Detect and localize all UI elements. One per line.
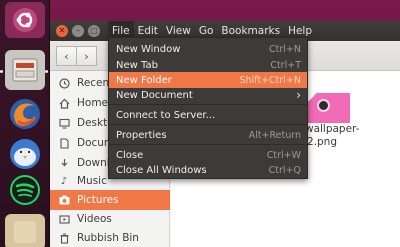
- files-launcher-icon[interactable]: [5, 50, 45, 90]
- menu-item-shortcut: Ctrl+N: [269, 43, 301, 55]
- minimize-icon: –: [76, 26, 80, 35]
- menu-item-shortcut: Shift+Ctrl+N: [239, 74, 301, 86]
- sidebar-item-videos[interactable]: Videos: [50, 209, 170, 229]
- spotify-launcher-icon[interactable]: [5, 172, 45, 208]
- chevron-left-icon: ‹: [64, 49, 69, 63]
- file-cabinet-icon: [12, 58, 38, 82]
- menu-item-new-window[interactable]: New Window Ctrl+N: [109, 41, 307, 57]
- spotify-icon: [10, 175, 40, 205]
- running-indicator: [0, 70, 3, 73]
- menu-item-label: New Folder: [116, 74, 172, 86]
- menu-item-label: Connect to Server...: [116, 109, 216, 121]
- menu-item-label: New Document: [116, 89, 193, 101]
- thumbnail-graphic: [317, 99, 330, 112]
- menu-item-connect-to-server[interactable]: Connect to Server...: [109, 107, 307, 123]
- menu-item-label: New Tab: [116, 59, 158, 71]
- desktop-icon: [58, 117, 70, 129]
- sidebar-item-pictures[interactable]: Pictures: [50, 190, 170, 210]
- clock-icon: [58, 77, 70, 89]
- maximize-window-button[interactable]: □: [88, 25, 100, 37]
- sidebar-item-label: Rubbish Bin: [77, 232, 139, 244]
- sidebar-item-label: Music: [77, 175, 107, 187]
- sidebar-item-label: Videos: [77, 213, 112, 225]
- menu-separator: [109, 104, 307, 105]
- menu-separator: [109, 124, 307, 125]
- menu-item-label: Properties: [116, 129, 167, 141]
- ubuntu-logo-icon: [13, 8, 37, 32]
- home-icon: [58, 97, 70, 109]
- menu-item-new-folder[interactable]: New Folder Shift+Ctrl+N: [109, 72, 307, 88]
- thunderbird-icon: [10, 139, 40, 169]
- menu-item-new-tab[interactable]: New Tab Ctrl+T: [109, 57, 307, 73]
- trash-icon: [58, 232, 70, 244]
- thunderbird-launcher-icon[interactable]: [5, 136, 45, 172]
- menu-item-shortcut: Ctrl+T: [270, 59, 301, 71]
- back-button[interactable]: ‹: [56, 46, 77, 66]
- launcher: [0, 0, 50, 247]
- chevron-right-icon: ›: [84, 49, 89, 63]
- menu-item-shortcut: Ctrl+W: [266, 149, 301, 161]
- download-icon: [58, 157, 70, 169]
- document-icon: [58, 137, 70, 149]
- menu-item-shortcut: Ctrl+Q: [268, 164, 301, 176]
- sidebar-item-label: Pictures: [77, 194, 119, 206]
- camera-icon: [58, 194, 70, 206]
- close-window-button[interactable]: ✕: [56, 25, 68, 37]
- focus-indicator: [45, 70, 48, 73]
- menu-item-close-all-windows[interactable]: Close All Windows Ctrl+Q: [109, 162, 307, 178]
- app-launcher-icon[interactable]: [5, 214, 45, 247]
- close-icon: ✕: [58, 26, 66, 35]
- minimize-window-button[interactable]: –: [72, 25, 84, 37]
- firefox-launcher-icon[interactable]: [5, 96, 45, 132]
- menu-separator: [109, 144, 307, 145]
- sidebar-item-rubbish-bin[interactable]: Rubbish Bin: [50, 228, 170, 247]
- dash-button[interactable]: [5, 2, 45, 38]
- submenu-arrow-icon: ›: [296, 88, 301, 102]
- file-menu-dropdown: New Window Ctrl+N New Tab Ctrl+T New Fol…: [108, 37, 308, 179]
- sidebar-item-label: Home: [77, 97, 109, 109]
- menu-item-properties[interactable]: Properties Alt+Return: [109, 127, 307, 143]
- maximize-icon: □: [90, 26, 98, 35]
- menu-item-shortcut: Alt+Return: [248, 129, 301, 141]
- menu-item-label: New Window: [116, 43, 181, 55]
- menu-item-label: Close: [116, 149, 144, 161]
- firefox-icon: [10, 99, 40, 129]
- menu-item-new-document[interactable]: New Document ›: [109, 87, 307, 103]
- music-icon: ♪: [60, 175, 68, 187]
- forward-button[interactable]: ›: [76, 46, 97, 66]
- menu-item-label: Close All Windows: [116, 164, 207, 176]
- menu-item-close[interactable]: Close Ctrl+W: [109, 147, 307, 163]
- application-icon: [14, 221, 36, 243]
- video-icon: [58, 213, 70, 225]
